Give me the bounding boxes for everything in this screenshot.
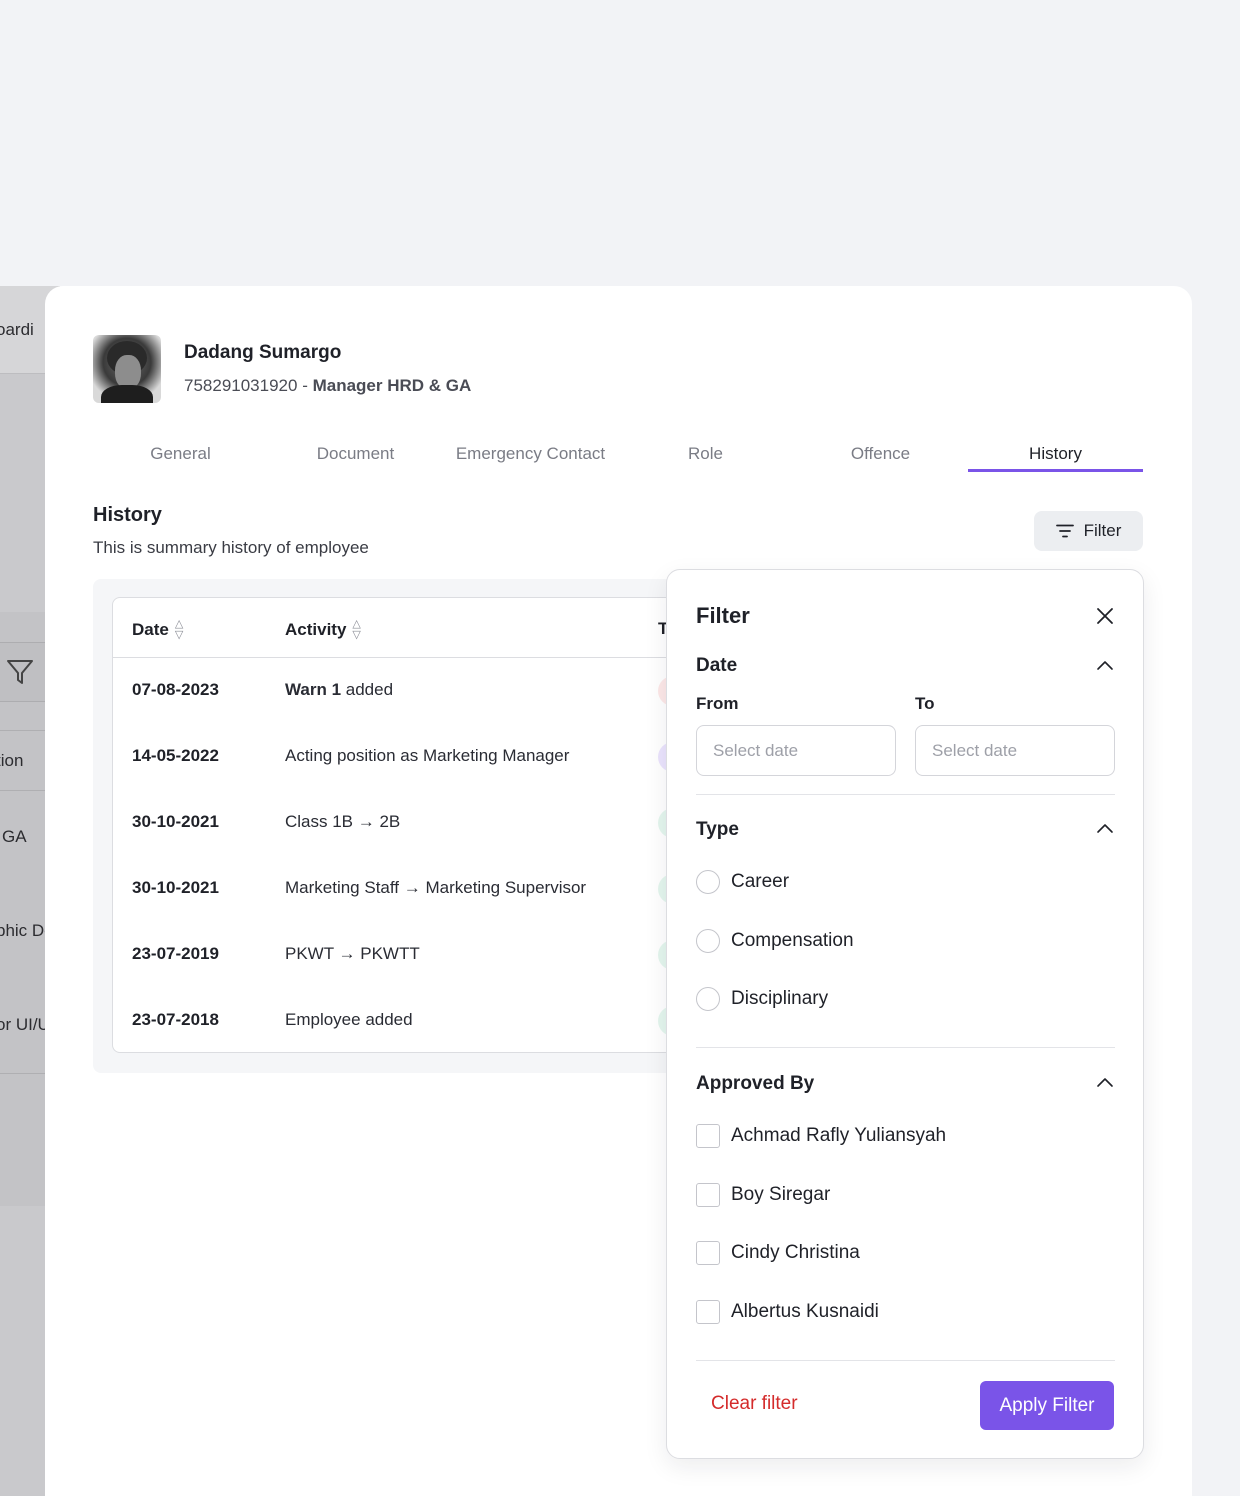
- column-header-label: Date: [132, 620, 169, 639]
- employee-position: Manager HRD & GA: [312, 376, 472, 395]
- tab-history[interactable]: History: [968, 438, 1143, 472]
- column-header-activity[interactable]: Activity △ ▽: [285, 619, 361, 641]
- apply-filter-button[interactable]: Apply Filter: [980, 1381, 1114, 1430]
- tab-role[interactable]: Role: [618, 438, 793, 472]
- tab-general[interactable]: General: [93, 438, 268, 472]
- option-label: Compensation: [731, 930, 854, 951]
- type-group-title: Type: [696, 819, 739, 840]
- filter-panel-title: Filter: [696, 603, 750, 628]
- sort-icon: △ ▽: [352, 618, 361, 641]
- table-row: 30-10-2021 Class 1B → 2B: [113, 790, 711, 856]
- employee-modal: Dadang Sumargo 758291031920 - Manager HR…: [45, 286, 1192, 1496]
- background-row-text: GA: [2, 827, 27, 846]
- table-row: 23-07-2018 Employee added: [113, 988, 711, 1052]
- background-row-text: or UI/U: [0, 1015, 50, 1034]
- history-table-container: Date △ ▽ Activity △ ▽ T 07-08-2023 Warn 1 …: [93, 579, 712, 1073]
- filter-lines-icon: [1055, 524, 1074, 538]
- table-row: 14-05-2022 Acting position as Marketing …: [113, 724, 711, 790]
- tab-offence[interactable]: Offence: [793, 438, 968, 472]
- option-label: Cindy Christina: [731, 1242, 860, 1263]
- option-label: Albertus Kusnaidi: [731, 1301, 879, 1322]
- option-label: Career: [731, 871, 790, 892]
- date-from-label: From: [696, 694, 739, 713]
- row-activity-bold: Warn 1: [285, 680, 342, 699]
- filter-button[interactable]: Filter: [1034, 511, 1143, 551]
- filter-button-label: Filter: [1083, 521, 1122, 540]
- tab-bar: General Document Emergency Contact Role …: [93, 438, 1143, 472]
- column-header-date[interactable]: Date △ ▽: [132, 619, 183, 641]
- checkbox[interactable]: [696, 1183, 720, 1207]
- row-activity: Acting position as Marketing Manager: [285, 746, 570, 765]
- radio-button[interactable]: [696, 929, 720, 953]
- divider: [696, 794, 1115, 795]
- divider: [696, 1047, 1115, 1048]
- approver-option[interactable]: Cindy Christina: [696, 1241, 860, 1265]
- checkbox[interactable]: [696, 1124, 720, 1148]
- type-option-compensation[interactable]: Compensation: [696, 929, 854, 953]
- row-date: 30-10-2021: [132, 812, 219, 831]
- table-header: Date △ ▽ Activity △ ▽ T: [113, 598, 711, 658]
- date-to-input[interactable]: [915, 725, 1115, 776]
- employee-id: 758291031920: [184, 376, 298, 395]
- radio-button[interactable]: [696, 987, 720, 1011]
- meta-separator: -: [297, 376, 313, 395]
- column-header-label: Activity: [285, 620, 347, 639]
- section-title: History: [93, 504, 162, 526]
- row-activity: Warn 1 added: [285, 680, 393, 700]
- employee-name: Dadang Sumargo: [184, 342, 342, 363]
- date-group-title: Date: [696, 655, 738, 676]
- avatar: [93, 335, 161, 403]
- checkbox[interactable]: [696, 1300, 720, 1324]
- background-column-header: tion: [0, 751, 24, 770]
- type-option-career[interactable]: Career: [696, 870, 789, 894]
- clear-filter-button[interactable]: Clear filter: [711, 1393, 798, 1415]
- table-row: 23-07-2019 PKWT → PKWTT: [113, 922, 711, 988]
- history-table: Date △ ▽ Activity △ ▽ T 07-08-2023 Warn 1 …: [112, 597, 712, 1053]
- table-row: 07-08-2023 Warn 1 added: [113, 658, 711, 724]
- row-activity: Class 1B → 2B: [285, 812, 401, 831]
- row-date: 23-07-2018: [132, 1010, 219, 1029]
- background-header-text: oardi: [0, 320, 34, 339]
- option-label: Achmad Rafly Yuliansyah: [731, 1125, 947, 1146]
- approved-by-group-title: Approved By: [696, 1073, 815, 1094]
- option-label: Boy Siregar: [731, 1184, 831, 1205]
- checkbox[interactable]: [696, 1241, 720, 1265]
- approver-option[interactable]: Achmad Rafly Yuliansyah: [696, 1124, 946, 1148]
- radio-button[interactable]: [696, 870, 720, 894]
- approver-option[interactable]: Boy Siregar: [696, 1183, 830, 1207]
- divider: [696, 1360, 1115, 1361]
- type-option-disciplinary[interactable]: Disciplinary: [696, 987, 828, 1011]
- row-date: 07-08-2023: [132, 680, 219, 699]
- chevron-up-icon[interactable]: [1095, 656, 1115, 676]
- row-activity: PKWT → PKWTT: [285, 944, 420, 963]
- table-row: 30-10-2021 Marketing Staff → Marketing S…: [113, 856, 711, 922]
- tab-emergency-contact[interactable]: Emergency Contact: [443, 438, 618, 472]
- date-to-label: To: [915, 694, 935, 713]
- funnel-icon: [7, 660, 33, 684]
- row-activity-text: added: [341, 680, 394, 699]
- chevron-up-icon[interactable]: [1095, 1073, 1115, 1093]
- employee-meta: 758291031920 - Manager HRD & GA: [184, 376, 471, 396]
- employee-profile: Dadang Sumargo 758291031920 - Manager HR…: [93, 335, 471, 403]
- chevron-up-icon[interactable]: [1095, 819, 1115, 839]
- close-icon[interactable]: [1093, 604, 1117, 628]
- row-date: 30-10-2021: [132, 878, 219, 897]
- date-from-input[interactable]: [696, 725, 896, 776]
- tab-document[interactable]: Document: [268, 438, 443, 472]
- row-date: 14-05-2022: [132, 746, 219, 765]
- filter-panel: Filter Date From To Type Career Compensa…: [666, 569, 1144, 1459]
- row-activity: Marketing Staff → Marketing Supervisor: [285, 878, 587, 897]
- approver-option[interactable]: Albertus Kusnaidi: [696, 1300, 879, 1324]
- row-date: 23-07-2019: [132, 944, 219, 963]
- section-subtitle: This is summary history of employee: [93, 538, 369, 557]
- option-label: Disciplinary: [731, 988, 829, 1009]
- sort-icon: △ ▽: [174, 618, 184, 641]
- profile-info: Dadang Sumargo 758291031920 - Manager HR…: [184, 342, 471, 396]
- row-activity: Employee added: [285, 1010, 413, 1029]
